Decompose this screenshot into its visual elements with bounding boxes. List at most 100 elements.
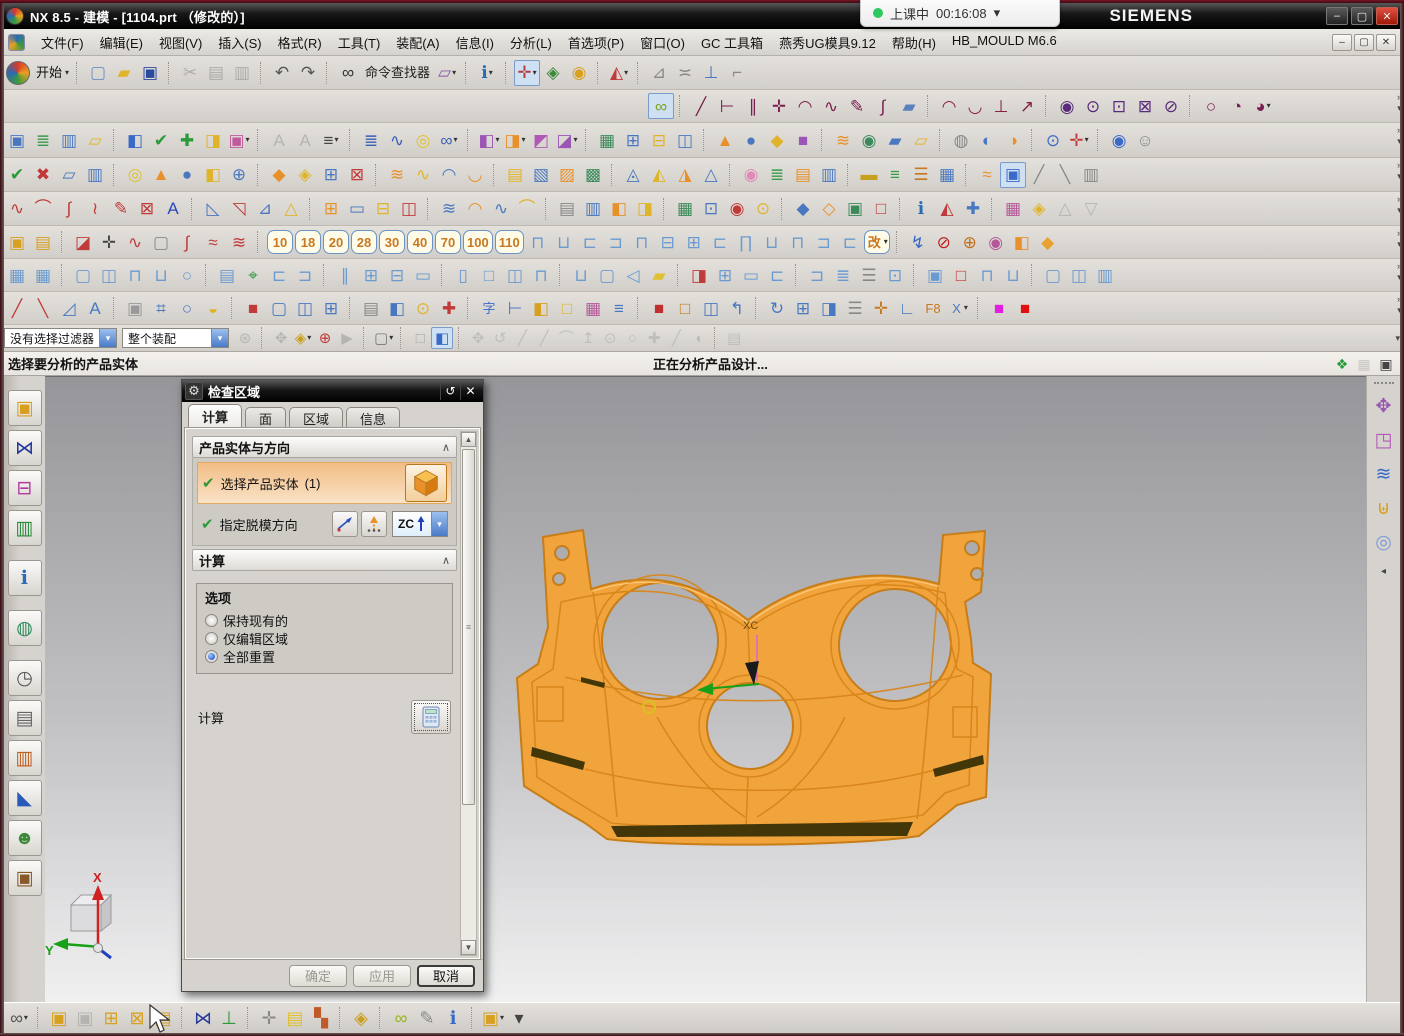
tab-面[interactable]: 面	[245, 407, 286, 428]
section-header-calculate[interactable]: 计算 ∧	[192, 549, 457, 571]
cross-icon[interactable]: ✛	[96, 229, 122, 255]
exploded-views-icon[interactable]: ▣▾	[480, 1005, 506, 1031]
angle-icon[interactable]: ☰	[908, 162, 934, 188]
revolve-icon[interactable]: ◉	[856, 127, 882, 153]
measure-icon[interactable]: ▦	[934, 162, 960, 188]
split5-icon[interactable]: ◫	[698, 295, 724, 321]
frame4-icon[interactable]: ▢	[266, 295, 292, 321]
emboss-icon[interactable]: ◆	[790, 196, 816, 222]
delete-face-icon[interactable]: ◪▾	[554, 127, 580, 153]
clamp-icon[interactable]: ⊓	[122, 262, 148, 288]
thread-icon[interactable]: ✛▾	[1066, 127, 1092, 153]
extend-icon[interactable]: ↗	[1014, 93, 1040, 119]
slope2-icon[interactable]: ╲	[1052, 162, 1078, 188]
through-curves-icon[interactable]: ≋	[384, 162, 410, 188]
plus-icon[interactable]: ✛	[766, 93, 792, 119]
sheet-icon[interactable]: ▱	[908, 127, 934, 153]
red-block-icon[interactable]: ■	[240, 295, 266, 321]
wave2-icon[interactable]: ≈	[200, 229, 226, 255]
x-form-icon[interactable]: ◬	[620, 162, 646, 188]
trimmed-sheet-icon[interactable]: ▧	[528, 162, 554, 188]
section-icon[interactable]: ≣	[764, 162, 790, 188]
pocket-icon[interactable]: □	[868, 196, 894, 222]
stamp-icon[interactable]: A	[266, 127, 292, 153]
patch-icon[interactable]: ◫	[396, 196, 422, 222]
tol2-icon[interactable]: ▽	[1078, 196, 1104, 222]
wave-curve-icon[interactable]: ≋	[436, 196, 462, 222]
plane-icon[interactable]: ▱	[56, 162, 82, 188]
chevron-down-icon[interactable]: ▾	[994, 5, 1001, 21]
distance-icon[interactable]: ≡	[882, 162, 908, 188]
split4-icon[interactable]: ◫	[292, 295, 318, 321]
red-frame-icon[interactable]: □	[948, 262, 974, 288]
panel-icon[interactable]: ▣	[922, 262, 948, 288]
insert-icon[interactable]: ⊞	[358, 262, 384, 288]
plate-icon[interactable]: ▤	[214, 262, 240, 288]
clamp3-icon[interactable]: ⊓	[974, 262, 1000, 288]
system-materials-icon[interactable]: ▥	[8, 740, 42, 776]
axes-icon[interactable]: ∟	[894, 295, 920, 321]
sketch-grid-icon[interactable]: ▥	[82, 162, 108, 188]
moldbase-icon[interactable]: ⊔	[759, 229, 785, 255]
sequence-icon[interactable]: ▚	[308, 1005, 334, 1031]
mirror-assembly-icon[interactable]: ⋈	[190, 1005, 216, 1031]
grid2-icon[interactable]: ▦	[30, 262, 56, 288]
subtract-icon[interactable]: ⊟	[646, 127, 672, 153]
pencil-icon[interactable]: ✎	[108, 196, 134, 222]
tab-计算[interactable]: 计算	[188, 404, 242, 428]
moldbase-icon[interactable]: ⊓	[785, 229, 811, 255]
dialog-title-bar[interactable]: ⚙ 检查区域 ↺ ✕	[182, 380, 483, 402]
section-header-body-direction[interactable]: 产品实体与方向 ∧	[192, 436, 457, 458]
dialog-reset-button[interactable]: ↺	[440, 382, 460, 400]
hd3d-icon[interactable]: ◉	[738, 162, 764, 188]
swirl-icon[interactable]: ◉	[566, 60, 592, 86]
deviation-gauge-icon[interactable]: ◭	[934, 196, 960, 222]
move-face-icon[interactable]: ◧▾	[476, 127, 502, 153]
menu-item[interactable]: 信息(I)	[448, 30, 502, 55]
offset-face-icon[interactable]: ◨▾	[502, 127, 528, 153]
locator-icon[interactable]: ⌖	[240, 262, 266, 288]
selection-filter-dropdown[interactable]: 没有选择过滤器 ▾	[4, 328, 117, 348]
up-icon[interactable]: ↥	[577, 327, 599, 349]
moldbase-icon[interactable]: ⊟	[655, 229, 681, 255]
constraint-navigator-icon[interactable]: ⋈	[8, 430, 42, 466]
list-icon[interactable]: ≡▾	[318, 127, 344, 153]
curve-icon[interactable]: ∫	[870, 93, 896, 119]
stack-icon[interactable]: ≣	[830, 262, 856, 288]
command-finder-label[interactable]: 命令查找器	[361, 60, 434, 86]
menu-item[interactable]: 分析(L)	[502, 30, 560, 55]
rail-icon[interactable]: ⊏	[266, 262, 292, 288]
boolean-icon[interactable]: ⊕	[226, 162, 252, 188]
pins-icon[interactable]: ∥	[332, 262, 358, 288]
drag-grip[interactable]	[1374, 382, 1394, 384]
move-icon[interactable]: ✥	[467, 327, 489, 349]
gray-box-icon[interactable]: ▣	[122, 295, 148, 321]
blend-icon[interactable]: ◑	[1000, 127, 1026, 153]
plate2-icon[interactable]: ▥	[1092, 262, 1118, 288]
close-button[interactable]: ✕	[1376, 7, 1398, 25]
spline-icon[interactable]: ∿	[818, 93, 844, 119]
bar-icon[interactable]: ▭	[410, 262, 436, 288]
gears-icon[interactable]: ⊛	[234, 327, 256, 349]
frame2-icon[interactable]: ▢	[594, 262, 620, 288]
folder-icon[interactable]: ▰	[646, 262, 672, 288]
cup3-icon[interactable]: ⊔	[1000, 262, 1026, 288]
dropdown-arrow-icon[interactable]: ▾	[211, 329, 228, 347]
moldbase-icon[interactable]: ⊏	[577, 229, 603, 255]
size-28-button[interactable]: 28	[351, 230, 377, 254]
line-icon[interactable]: ╱	[688, 93, 714, 119]
size-110-button[interactable]: 110	[495, 230, 524, 254]
target-icon[interactable]: ⊙	[410, 295, 436, 321]
rotate-icon[interactable]: ↻	[764, 295, 790, 321]
abc-icon[interactable]: ▣▾	[226, 127, 252, 153]
assembly-constraints-icon[interactable]: ⊥	[216, 1005, 242, 1031]
orange-cube-icon[interactable]: ◧	[1009, 229, 1035, 255]
bridge-icon[interactable]: ◠	[436, 162, 462, 188]
snap-point-icon[interactable]: ⊿	[646, 60, 672, 86]
tube-tool-icon[interactable]: ◎	[1370, 528, 1398, 556]
waves-icon[interactable]: ≋	[226, 229, 252, 255]
pocket2-icon[interactable]: ⊟	[384, 262, 410, 288]
refit-icon[interactable]: ✚	[960, 196, 986, 222]
check-regions-dialog[interactable]: ⚙ 检查区域 ↺ ✕ 计算面区域信息 产品实体与方向 ∧ ✔ 选择产品实体 (1…	[181, 379, 484, 992]
plus2-icon[interactable]: ✚	[436, 295, 462, 321]
